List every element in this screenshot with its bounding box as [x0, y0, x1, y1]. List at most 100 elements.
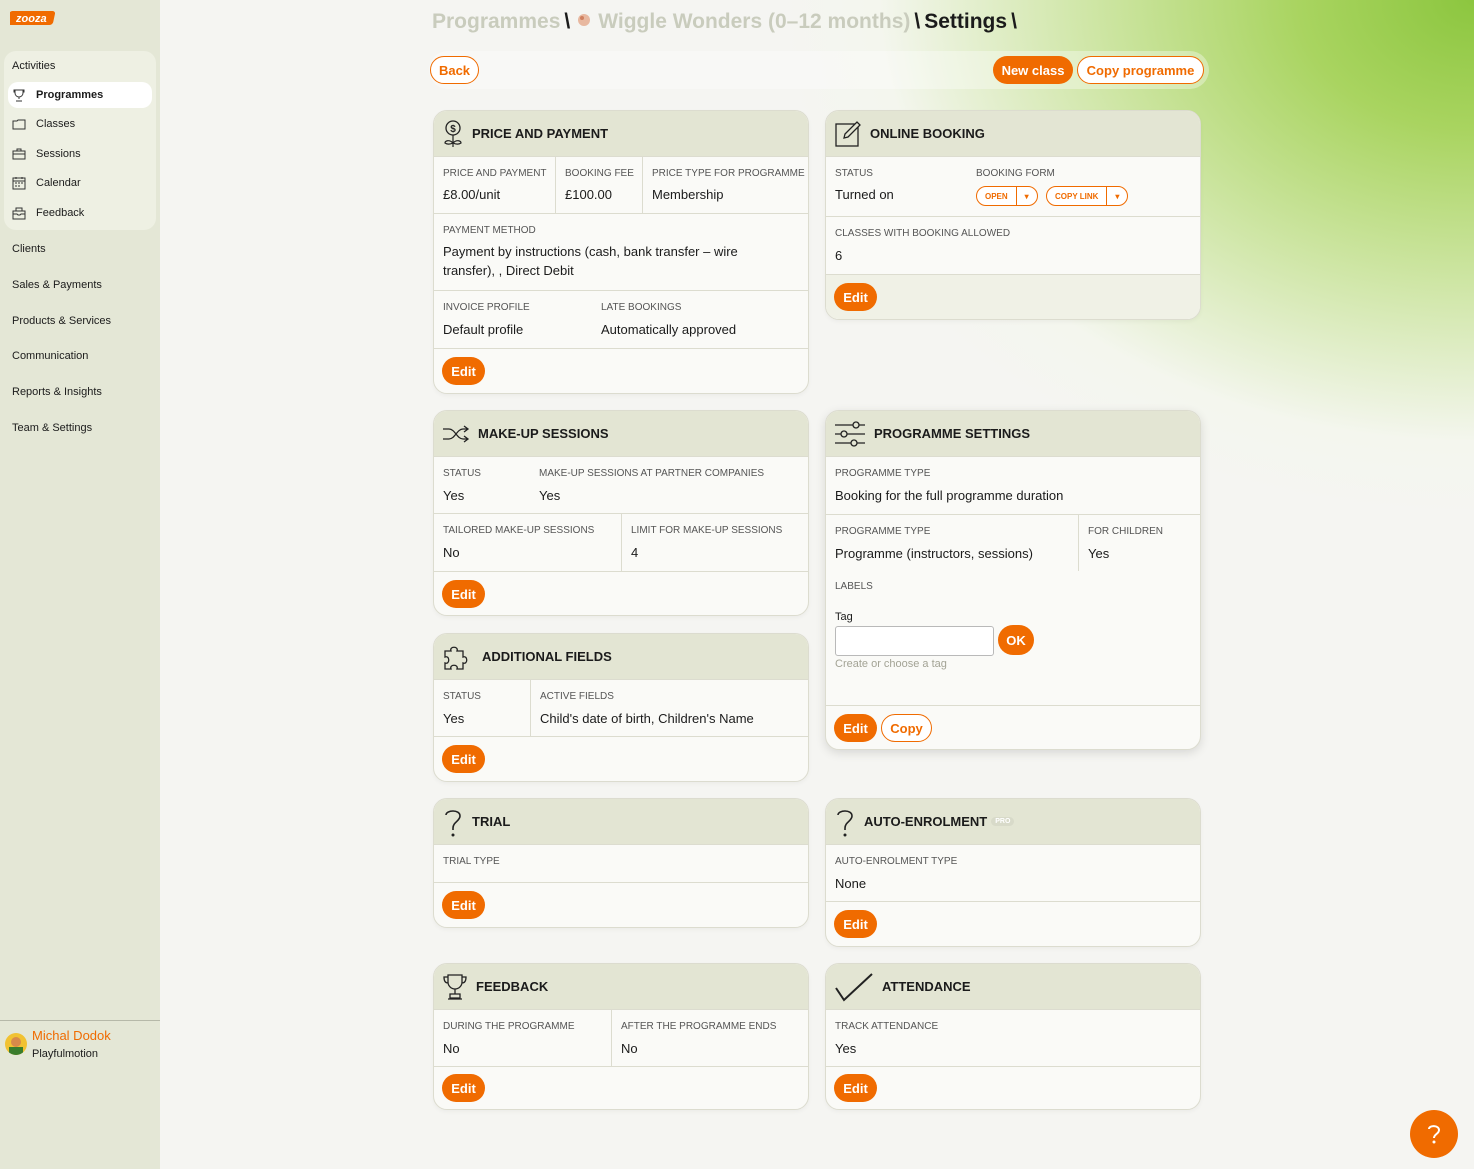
- after-label: AFTER THE PROGRAMME ENDS: [621, 1021, 777, 1032]
- online-status-row: STATUS Turned on BOOKING FORM OPEN ▾ COPY…: [826, 156, 1200, 216]
- edit-makeup-button[interactable]: Edit: [442, 580, 485, 608]
- card-header: ONLINE BOOKING: [826, 111, 1200, 156]
- price-payment-card: $ PRICE AND PAYMENT PRICE AND PAYMENT £8…: [433, 110, 809, 394]
- programme-type2-row: PROGRAMME TYPE Programme (instructors, s…: [826, 514, 1200, 571]
- card-title: ADDITIONAL FIELDS: [482, 649, 612, 664]
- payment-method-row: PAYMENT METHOD Payment by instructions (…: [434, 213, 808, 290]
- sidebar-item-feedback[interactable]: Feedback: [8, 200, 152, 226]
- breadcrumb-programmes[interactable]: Programmes: [432, 10, 560, 33]
- edit-price-button[interactable]: Edit: [442, 357, 485, 385]
- breadcrumb-separator: \: [564, 10, 571, 33]
- user-profile[interactable]: Michal Dodok Playfulmotion: [0, 1020, 160, 1080]
- card-title: TRIAL: [472, 814, 511, 829]
- copy-settings-button[interactable]: Copy: [881, 714, 932, 742]
- sidebar-item-programmes[interactable]: Programmes: [8, 82, 152, 108]
- tag-label: Tag: [835, 611, 853, 623]
- trial-card: TRIAL TRIAL TYPE Edit: [433, 798, 809, 928]
- breadcrumb-programme[interactable]: Wiggle Wonders (0–12 months): [598, 10, 910, 33]
- invoice-profile-label: INVOICE PROFILE: [443, 302, 530, 313]
- card-footer: Edit: [826, 901, 1200, 946]
- auto-type-label: AUTO-ENROLMENT TYPE: [835, 856, 958, 867]
- card-header: FEEDBACK: [434, 964, 808, 1009]
- sidebar-item-activities[interactable]: Activities: [12, 60, 55, 72]
- online-booking-card: ONLINE BOOKING STATUS Turned on BOOKING …: [825, 110, 1201, 320]
- edit-feedback-button[interactable]: Edit: [442, 1074, 485, 1102]
- copy-link-label: COPY LINK: [1047, 187, 1108, 205]
- status-label: STATUS: [443, 468, 481, 479]
- svg-text:$: $: [450, 124, 456, 135]
- card-footer: Edit Copy: [826, 705, 1200, 749]
- card-title: AUTO-ENROLMENT: [864, 814, 988, 829]
- card-footer: Edit: [434, 736, 808, 781]
- chevron-down-icon[interactable]: ▾: [1107, 192, 1127, 201]
- during-label: DURING THE PROGRAMME: [443, 1021, 575, 1032]
- card-header: ATTENDANCE: [826, 964, 1200, 1009]
- avatar: [5, 1033, 27, 1055]
- sidebar-item-classes[interactable]: Classes: [8, 111, 152, 137]
- makeup-tailored-row: TAILORED MAKE-UP SESSIONS No LIMIT FOR M…: [434, 513, 808, 571]
- for-children-label: FOR CHILDREN: [1088, 526, 1164, 537]
- user-name: Michal Dodok: [32, 1028, 111, 1043]
- track-attendance-value: Yes: [835, 1041, 857, 1056]
- trial-row: TRIAL TYPE: [434, 844, 808, 882]
- puzzle-icon: [444, 646, 468, 670]
- price-label: PRICE AND PAYMENT: [443, 168, 547, 179]
- booking-fee-value: £100.00: [565, 187, 612, 202]
- programme-type-row: PROGRAMME TYPE Booking for the full prog…: [826, 456, 1200, 514]
- edit-fields-button[interactable]: Edit: [442, 745, 485, 773]
- price-value: £8.00/unit: [443, 187, 501, 202]
- new-class-button[interactable]: New class: [993, 56, 1073, 84]
- sidebar-item-reports-insights[interactable]: Reports & Insights: [12, 386, 102, 398]
- help-button[interactable]: [1410, 1110, 1458, 1158]
- limit-value: 4: [631, 545, 639, 560]
- shuffle-icon: [443, 424, 470, 443]
- sidebar-item-sessions[interactable]: Sessions: [8, 141, 152, 167]
- edit-auto-button[interactable]: Edit: [834, 910, 877, 938]
- booking-form-label: BOOKING FORM: [976, 168, 1055, 179]
- sidebar-item-calendar[interactable]: Calendar: [8, 170, 152, 196]
- tailored-value: No: [443, 545, 460, 560]
- chevron-down-icon[interactable]: ▾: [1017, 192, 1037, 201]
- card-footer: Edit: [826, 274, 1200, 319]
- invoice-row: INVOICE PROFILE Default profile LATE BOO…: [434, 290, 808, 348]
- card-header: ADDITIONAL FIELDS: [434, 634, 808, 679]
- tailored-label: TAILORED MAKE-UP SESSIONS: [443, 525, 595, 536]
- tag-input[interactable]: [835, 626, 994, 656]
- price-row: PRICE AND PAYMENT £8.00/unit BOOKING FEE…: [434, 156, 808, 213]
- sidebar-item-sales-payments[interactable]: Sales & Payments: [12, 279, 102, 291]
- open-booking-form-button[interactable]: OPEN ▾: [976, 186, 1038, 206]
- ok-button[interactable]: OK: [998, 625, 1034, 655]
- sidebar-item-products-services[interactable]: Products & Services: [12, 315, 111, 327]
- limit-label: LIMIT FOR MAKE-UP SESSIONS: [631, 525, 783, 536]
- sidebar-item-label: Programmes: [36, 89, 104, 101]
- folder-icon: [12, 119, 26, 130]
- active-fields-label: ACTIVE FIELDS: [540, 691, 614, 702]
- sidebar-item-label: Classes: [36, 118, 76, 130]
- programme-type-value: Booking for the full programme duration: [835, 488, 1064, 503]
- card-footer: Edit: [434, 1066, 808, 1109]
- trophy-icon: [13, 89, 25, 102]
- card-footer: Edit: [434, 571, 808, 615]
- back-button[interactable]: Back: [430, 56, 479, 84]
- checkmark-icon: [835, 972, 873, 1002]
- open-label: OPEN: [977, 187, 1017, 205]
- trophy-icon: [443, 973, 467, 1000]
- status-value: Yes: [443, 488, 465, 503]
- status-label: STATUS: [443, 691, 481, 702]
- edit-programme-settings-button[interactable]: Edit: [834, 714, 877, 742]
- classes-allowed-row: CLASSES WITH BOOKING ALLOWED 6: [826, 216, 1200, 274]
- breadcrumb: Programmes \ Wiggle Wonders (0–12 months) \…: [432, 10, 1021, 34]
- auto-enrolment-card: AUTO-ENROLMENT PRO AUTO-ENROLMENT TYPE No…: [825, 798, 1201, 947]
- edit-online-booking-button[interactable]: Edit: [834, 283, 877, 311]
- copy-programme-button[interactable]: Copy programme: [1077, 56, 1204, 84]
- sidebar-item-communication[interactable]: Communication: [12, 350, 88, 362]
- sidebar-item-clients[interactable]: Clients: [12, 243, 46, 255]
- copy-link-button[interactable]: COPY LINK ▾: [1046, 186, 1129, 206]
- sidebar-item-team-settings[interactable]: Team & Settings: [12, 422, 92, 434]
- edit-attendance-button[interactable]: Edit: [834, 1074, 877, 1102]
- zooza-logo[interactable]: zooza: [10, 9, 56, 27]
- calendar-icon: [12, 177, 26, 190]
- edit-note-icon: [835, 120, 861, 147]
- feedback-row: DURING THE PROGRAMME No AFTER THE PROGRA…: [434, 1009, 808, 1066]
- edit-trial-button[interactable]: Edit: [442, 891, 485, 919]
